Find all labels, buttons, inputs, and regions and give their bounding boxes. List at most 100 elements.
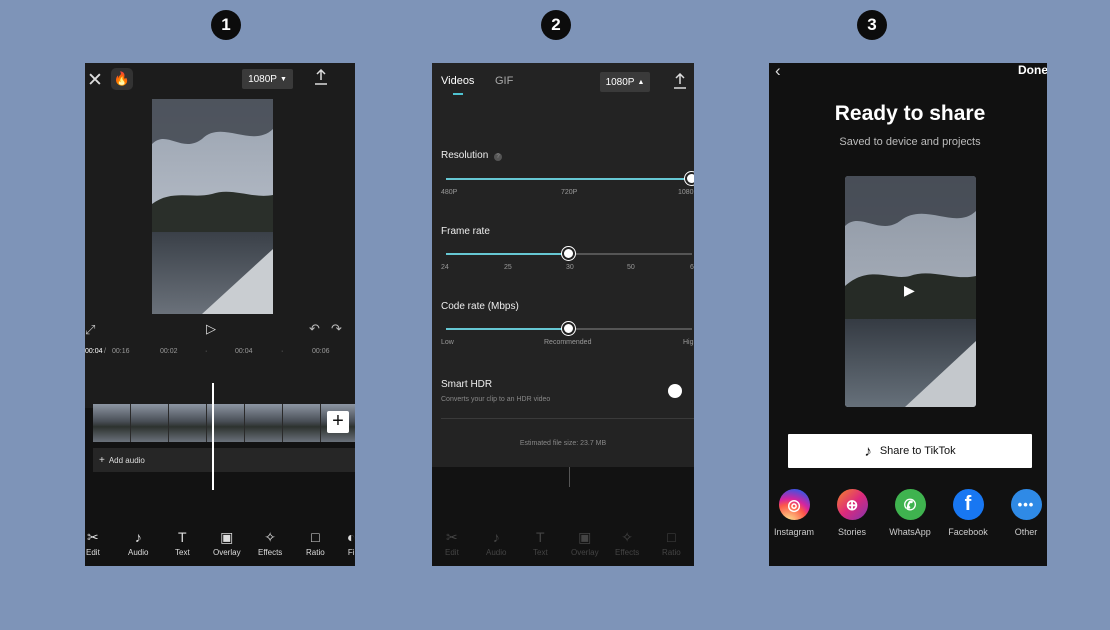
tab-gif[interactable]: GIF (495, 75, 513, 87)
tool-label: Audio (486, 548, 507, 557)
share-facebook[interactable]: f Facebook (938, 489, 998, 537)
resolution-slider-knob[interactable] (685, 172, 694, 185)
tick-label: 50 (627, 264, 635, 271)
play-icon[interactable]: ▶ (904, 282, 915, 299)
redo-icon[interactable]: ↷ (331, 321, 342, 337)
tool-edit[interactable]: ✂ Edit (86, 529, 100, 557)
tool-audio[interactable]: ♪ Audio (128, 529, 148, 557)
tool-label: Effects (258, 548, 283, 557)
share-title: Ready to share (834, 102, 986, 125)
play-icon[interactable]: ▷ (206, 321, 216, 337)
code-rate-slider-fill (446, 328, 569, 330)
text-icon: T (536, 529, 545, 545)
tick-label: 25 (504, 264, 512, 271)
tool-label: Fi (347, 548, 355, 557)
tool-ratio[interactable]: □ Ratio (306, 529, 325, 557)
back-icon[interactable]: ‹ (775, 63, 781, 81)
tick-label: 1080 (678, 189, 694, 196)
share-to-tiktok-button[interactable]: ♪ Share to TikTok (788, 434, 1032, 468)
share-other[interactable]: ••• Other (996, 489, 1047, 537)
square-icon: □ (311, 529, 320, 545)
tick-label: 480P (441, 189, 458, 196)
tool-label: Edit (86, 548, 100, 557)
tool-filters[interactable]: ◐ Fi (347, 529, 355, 557)
video-preview[interactable] (152, 99, 273, 314)
video-thumbnail[interactable]: ▶ (845, 176, 976, 407)
video-clip-track[interactable] (93, 404, 355, 442)
sparkle-icon: ✧ (621, 529, 634, 545)
time-mark: · (281, 348, 284, 355)
tab-active-indicator (453, 93, 463, 95)
export-icon[interactable] (313, 68, 329, 91)
divider (441, 418, 694, 419)
whatsapp-icon: ✆ (894, 489, 926, 520)
tool-label: Overlay (213, 548, 241, 557)
smart-hdr-toggle[interactable] (668, 384, 682, 398)
resolution-slider[interactable] (446, 172, 694, 185)
time-mark: 00:06 (312, 348, 330, 355)
time-mark: 00:04 (235, 348, 253, 355)
overlay-icon: ▣ (220, 529, 234, 545)
tool-text[interactable]: T Text (175, 529, 190, 557)
resolution-label: 1080P (248, 73, 277, 85)
time-separator: / (104, 348, 106, 355)
add-clip-button[interactable]: + (327, 411, 349, 433)
clip-frame (93, 404, 131, 442)
add-audio-button[interactable]: + Add audio (93, 448, 355, 472)
tool-label: Ratio (662, 548, 681, 557)
frame-rate-slider-knob[interactable] (562, 247, 575, 260)
tab-videos[interactable]: Videos (441, 75, 474, 87)
share-whatsapp[interactable]: ✆ WhatsApp (880, 489, 940, 537)
tick-label: 30 (566, 264, 574, 271)
social-label: Stories (837, 527, 866, 537)
resolution-button[interactable]: 1080P ▼ (242, 69, 293, 89)
code-rate-slider[interactable] (446, 322, 692, 335)
tool-ratio: □ Ratio (662, 529, 681, 557)
clip-frame (169, 404, 207, 442)
undo-icon[interactable]: ↶ (309, 321, 320, 337)
done-button[interactable]: Done (1018, 63, 1047, 77)
add-audio-label: Add audio (108, 455, 145, 465)
fire-icon[interactable]: 🔥 (111, 68, 133, 90)
text-icon: T (178, 529, 187, 545)
clip-frame (131, 404, 169, 442)
tick-label: 24 (441, 264, 449, 271)
social-label: Facebook (948, 527, 988, 537)
dimmed-editor-area: ✂ Edit ♪ Audio T Text ▣ Overlay ✧ Effects □ Ra… (432, 467, 694, 566)
tool-label: Audio (128, 548, 149, 557)
share-subtitle: Saved to device and projects (839, 136, 981, 148)
fullscreen-icon[interactable]: ⤢ (85, 322, 95, 338)
export-icon[interactable] (672, 72, 688, 95)
tool-effects[interactable]: ✧ Effects (258, 529, 282, 557)
caret-up-icon: ▲ (637, 78, 645, 86)
time-mark: · (205, 348, 208, 355)
tool-effects: ✧ Effects (615, 529, 639, 557)
resolution-title: Resolution (441, 150, 489, 161)
code-rate-slider-knob[interactable] (562, 322, 575, 335)
share-screen: ‹ Done Ready to share Saved to device an… (769, 63, 1047, 566)
editor-screen: ✕ 🔥 1080P ▼ ⤢ ▷ ↶ ↷ 00:04 / 00:16 00:02 … (85, 63, 355, 566)
close-icon[interactable]: ✕ (87, 69, 103, 92)
more-icon: ••• (1010, 489, 1042, 520)
tick-label: Low (441, 339, 454, 346)
tick-label: 720P (561, 189, 578, 196)
frame-rate-slider[interactable] (446, 247, 692, 260)
frame-rate-slider-fill (446, 253, 569, 255)
resolution-label: 1080P (605, 76, 635, 88)
tool-label: Text (533, 548, 548, 557)
social-label: WhatsApp (889, 527, 931, 537)
social-label: Other (1014, 527, 1038, 537)
share-instagram[interactable]: ◎ Instagram (769, 489, 824, 537)
clip-frame (283, 404, 321, 442)
clip-frame (245, 404, 283, 442)
share-stories[interactable]: ⊕ Stories (822, 489, 882, 537)
stories-icon: ⊕ (836, 489, 868, 520)
sparkle-icon: ✧ (264, 529, 277, 545)
playhead[interactable] (212, 383, 214, 490)
help-icon[interactable]: ? (494, 153, 503, 161)
tool-audio: ♪ Audio (486, 529, 506, 557)
tool-label: Effects (615, 548, 640, 557)
scissors-icon: ✂ (87, 529, 99, 545)
tool-overlay[interactable]: ▣ Overlay (213, 529, 241, 557)
resolution-button[interactable]: 1080P ▲ (600, 72, 650, 92)
